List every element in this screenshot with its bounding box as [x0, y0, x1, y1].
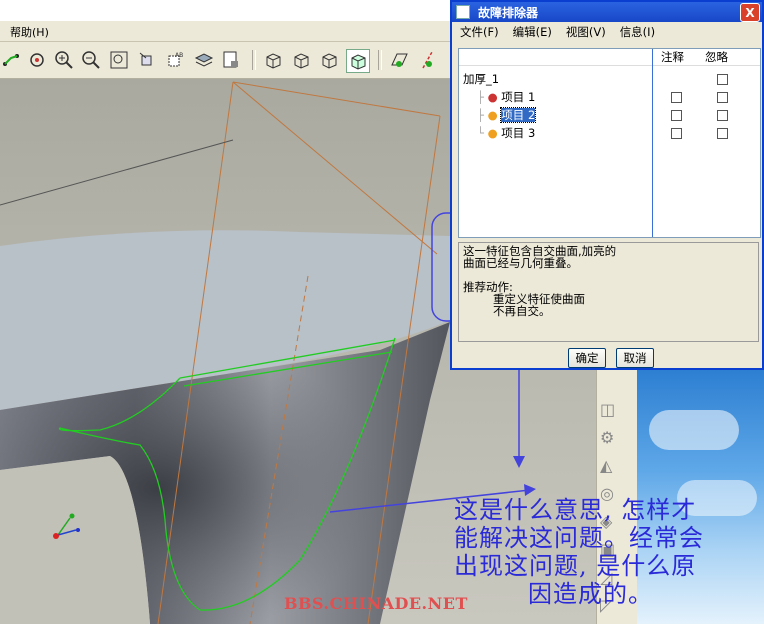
- ignore-checkbox-item-1[interactable]: [717, 92, 728, 103]
- svg-text:AB: AB: [175, 52, 183, 59]
- note-checkbox-item-3[interactable]: [671, 128, 682, 139]
- close-button[interactable]: X: [740, 3, 760, 22]
- tree-root[interactable]: 加厚_1: [463, 71, 499, 87]
- tree-item[interactable]: └ ● 项目 3: [477, 125, 535, 141]
- toolbar-separator: [252, 50, 256, 70]
- model-tree-icon[interactable]: [220, 49, 242, 71]
- tree-item-label: 项目 3: [501, 126, 536, 140]
- ok-button[interactable]: 确定: [568, 348, 606, 368]
- view-manager-icon[interactable]: AB: [164, 49, 186, 71]
- no-hidden-icon[interactable]: [318, 49, 340, 71]
- toolbar-separator: [378, 50, 382, 70]
- annotation-line: 因造成的。: [528, 580, 653, 608]
- menu-view[interactable]: 视图(V): [566, 24, 606, 40]
- sketch-icon[interactable]: [0, 49, 22, 71]
- menu-edit[interactable]: 编辑(E): [513, 24, 552, 40]
- troubleshooter-dialog: 故障排除器 X 文件(F) 编辑(E) 视图(V) 信息(I) 注释 忽略 加厚…: [450, 0, 764, 370]
- tree-item[interactable]: ├ ● 项目 1: [477, 89, 535, 105]
- column-header-ignore[interactable]: 忽略: [705, 49, 728, 65]
- dialog-app-icon: [456, 5, 470, 19]
- layers-icon[interactable]: [193, 49, 215, 71]
- menu-file[interactable]: 文件(F): [460, 24, 499, 40]
- revolve-icon[interactable]: ⚙: [600, 428, 614, 447]
- error-dot-icon: ●: [487, 90, 498, 104]
- annotation-line: 这是什么意思, 怎样才: [454, 496, 697, 524]
- tree-item-label: 项目 1: [501, 90, 536, 104]
- datum-axis-icon[interactable]: [416, 49, 438, 71]
- cancel-button[interactable]: 取消: [616, 348, 654, 368]
- watermark: BBS.CHINADE.NET: [284, 594, 468, 613]
- zoom-in-icon[interactable]: [53, 49, 75, 71]
- annotation-line: 出现这问题, 是什么原: [454, 552, 697, 580]
- action-line: 不再自交。: [493, 304, 551, 318]
- orient-icon[interactable]: [136, 49, 158, 71]
- ignore-checkbox-item-2[interactable]: [717, 110, 728, 121]
- note-checkbox-item-2[interactable]: [671, 110, 682, 121]
- hidden-line-icon[interactable]: [290, 49, 312, 71]
- tree-item-label: 项目 2: [500, 107, 537, 123]
- note-checkbox-item-1[interactable]: [671, 92, 682, 103]
- dialog-titlebar[interactable]: 故障排除器: [452, 2, 762, 22]
- menubar: 帮助(H): [0, 21, 450, 42]
- ignore-checkbox-root[interactable]: [717, 74, 728, 85]
- extrude-icon[interactable]: ◫: [600, 400, 615, 419]
- ignore-checkbox-item-3[interactable]: [717, 128, 728, 139]
- window-title-strip: [0, 0, 450, 21]
- message-panel: 这一特征包含自交曲面,加亮的 曲面已经与几何重叠。 推荐动作: 重定义特征使曲面…: [458, 242, 759, 342]
- column-divider[interactable]: [652, 49, 653, 237]
- warning-dot-icon: ●: [487, 126, 498, 140]
- dialog-menubar: 文件(F) 编辑(E) 视图(V) 信息(I): [452, 22, 762, 42]
- refit-icon[interactable]: [108, 49, 130, 71]
- tree-item-selected[interactable]: ├ ● 项目 2: [477, 107, 537, 123]
- annotation-line: 能解决这问题。经常会: [454, 524, 704, 552]
- sweep-icon[interactable]: ◭: [600, 456, 612, 475]
- shaded-icon[interactable]: [346, 49, 370, 73]
- main-toolbar: AB: [0, 42, 450, 79]
- dialog-title: 故障排除器: [478, 5, 539, 20]
- zoom-out-icon[interactable]: [80, 49, 102, 71]
- datum-plane-icon[interactable]: [388, 49, 410, 71]
- warning-dot-icon: ●: [487, 108, 498, 122]
- wireframe-icon[interactable]: [262, 49, 284, 71]
- menu-help[interactable]: 帮助(H): [10, 24, 49, 40]
- spin-icon[interactable]: [26, 49, 48, 71]
- menu-info[interactable]: 信息(I): [620, 24, 655, 40]
- message-line: 曲面已经与几何重叠。: [463, 256, 578, 270]
- column-header-note[interactable]: 注释: [661, 49, 684, 65]
- troubleshooter-tree[interactable]: 注释 忽略 加厚_1 ├ ● 项目 1 ├ ● 项目 2 └ ● 项目 3: [458, 48, 761, 238]
